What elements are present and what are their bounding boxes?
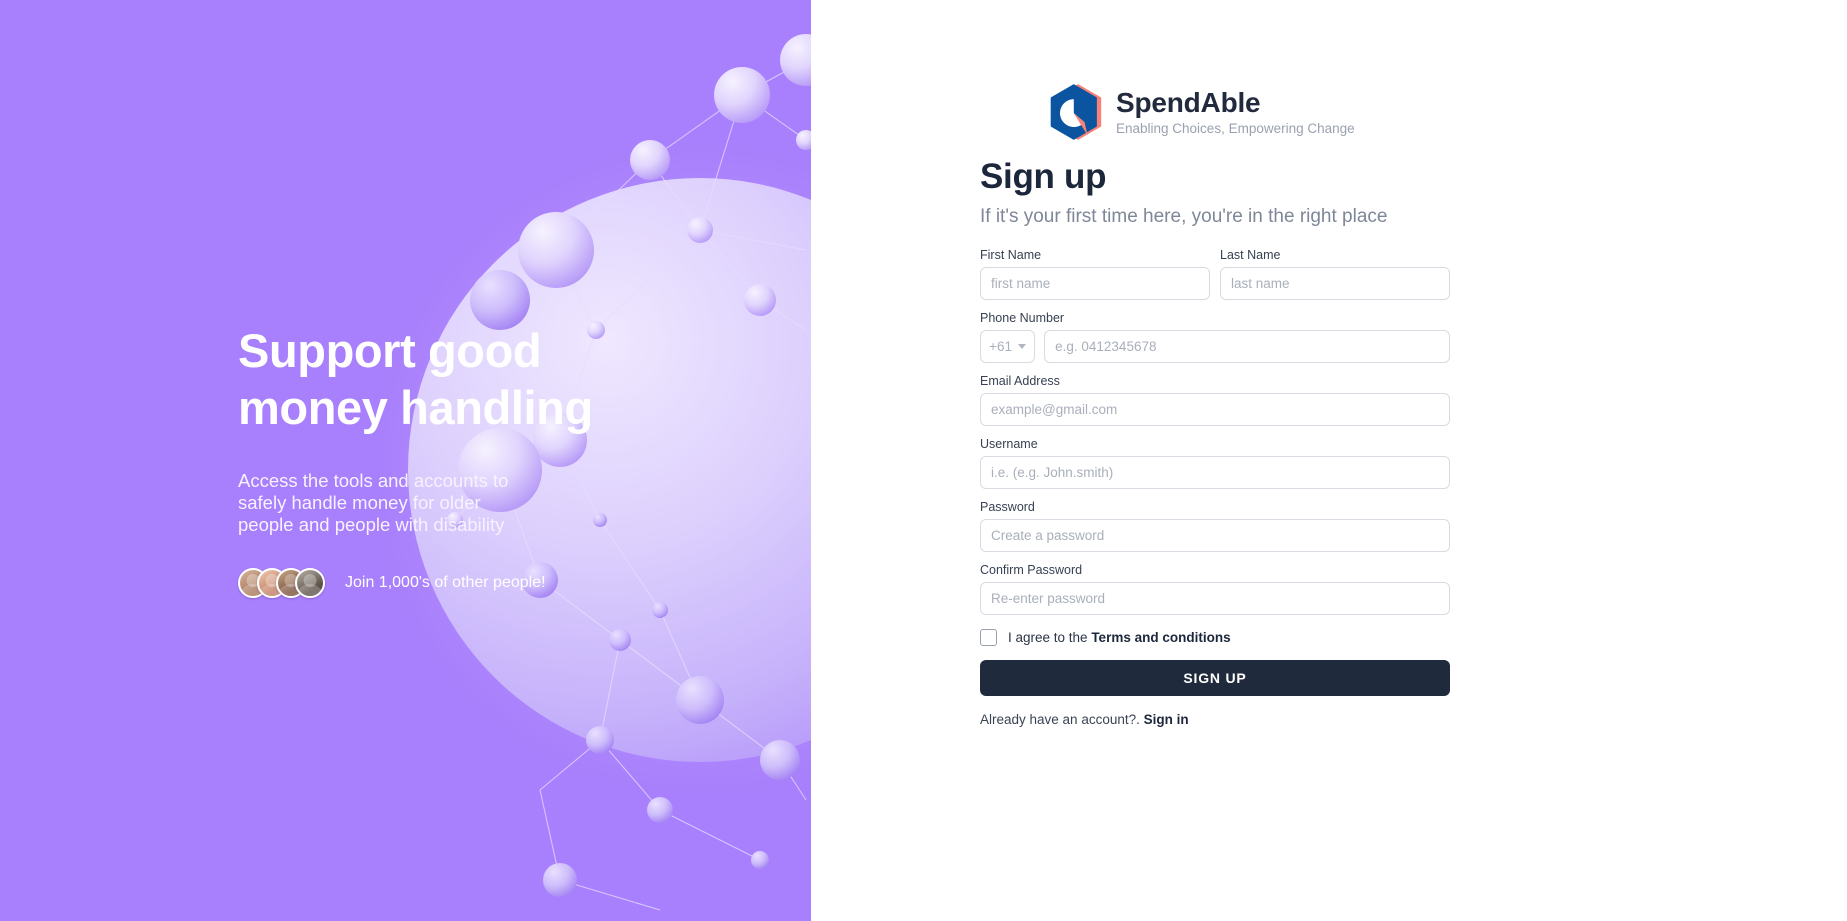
last-name-input[interactable] [1220,267,1450,300]
country-code-select[interactable]: +61 [980,330,1036,363]
password-field: Password [980,500,1450,552]
brand-name: SpendAble [1116,87,1261,118]
password-label: Password [980,500,1035,514]
brand-header: SpendAble Enabling Choices, Empowering C… [1050,83,1450,141]
sign-in-link[interactable]: Sign in [1144,712,1189,727]
confirm-password-label: Confirm Password [980,563,1083,577]
confirm-password-field: Confirm Password [980,563,1450,615]
hero-panel: Support good money handling Access the t… [0,0,811,921]
terms-row: I agree to the Terms and conditions [980,629,1450,646]
phone-label: Phone Number [980,311,1065,325]
hero-content: Support good money handling Access the t… [238,322,758,598]
hero-title: Support good money handling [238,324,593,434]
sign-up-button[interactable]: SIGN UP [980,660,1450,696]
chevron-down-icon [1018,344,1027,349]
email-field: Email Address [980,374,1450,426]
password-input[interactable] [980,519,1450,552]
social-proof-text: Join 1,000's of other people! [345,574,546,591]
terms-checkbox[interactable] [980,629,997,646]
signup-page: Support good money handling Access the t… [0,0,1847,921]
avatar [295,568,325,598]
signup-form-panel: SpendAble Enabling Choices, Empowering C… [811,0,1847,921]
terms-prefix: I agree to the [1008,630,1092,645]
phone-input[interactable] [1044,330,1450,363]
terms-and-conditions-link[interactable]: Terms and conditions [1091,630,1230,645]
email-label: Email Address [980,374,1060,388]
avatar-group [238,568,325,598]
hero-subtitle: Access the tools and accounts to safely … [238,470,509,535]
username-label: Username [980,437,1038,451]
terms-text: I agree to the Terms and conditions [1008,630,1231,645]
brand-tagline: Enabling Choices, Empowering Change [1116,121,1355,136]
sign-in-prompt-text: Already have an account?. [980,712,1140,727]
last-name-label: Last Name [1220,248,1281,262]
page-title: Sign up [980,157,1107,196]
username-input[interactable] [980,456,1450,489]
first-name-label: First Name [980,248,1042,262]
username-field: Username [980,437,1450,489]
name-row: First Name Last Name [980,248,1450,300]
phone-field: Phone Number +61 [980,311,1450,363]
first-name-input[interactable] [980,267,1210,300]
sign-in-prompt: Already have an account?. Sign in [980,712,1450,727]
page-subtitle: If it's your first time here, you're in … [980,206,1388,227]
social-proof-row: Join 1,000's of other people! [238,568,758,598]
email-input[interactable] [980,393,1450,426]
country-code-value: +61 [989,339,1013,354]
spendable-logo-icon [1050,84,1102,140]
confirm-password-input[interactable] [980,582,1450,615]
